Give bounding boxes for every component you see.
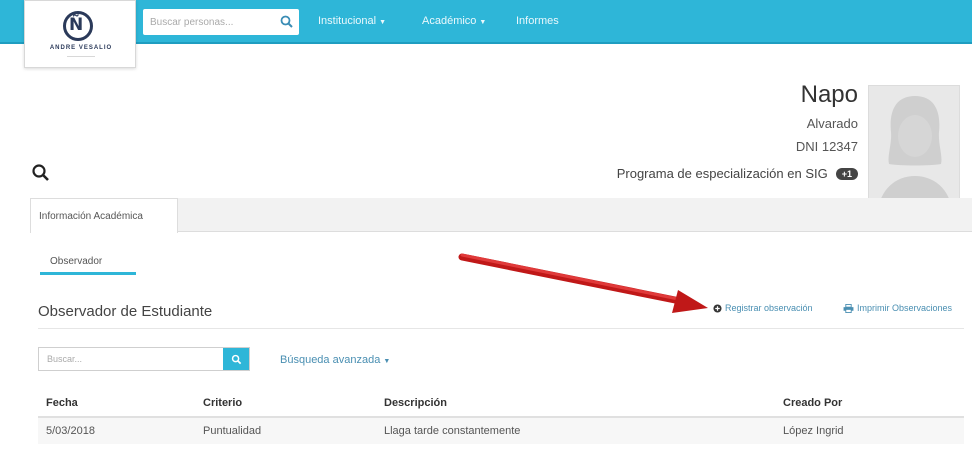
column-header-fecha[interactable]: Fecha [46,397,78,409]
column-header-creado-por[interactable]: Creado Por [783,397,842,409]
institution-logo[interactable]: Ñ ANDRE VESALIO ——————— [24,0,136,68]
advanced-search-link[interactable]: Búsqueda avanzada ▼ [280,354,390,366]
student-program: Programa de especialización en SIG +1 [617,166,858,181]
logo-mark-icon: Ñ [69,15,84,35]
search-button[interactable] [223,348,249,370]
top-navbar: Institucional▼ Académico▼ Informes [0,0,972,44]
subtab-observador[interactable]: Observador [50,256,102,267]
divider [38,328,964,329]
people-search-input[interactable] [143,9,273,35]
cell-criterio: Puntualidad [203,425,262,437]
column-header-criterio[interactable]: Criterio [203,397,242,409]
program-count-badge[interactable]: +1 [835,167,858,180]
avatar [868,85,960,215]
search-icon [231,354,241,364]
program-name: Programa de especialización en SIG [616,166,828,181]
nav-institucional[interactable]: Institucional ▼ [318,15,386,27]
tab-informacion-academica[interactable]: Información Académica [30,198,178,233]
caret-down-icon: ▼ [379,19,387,26]
observation-search-input[interactable] [39,348,225,370]
observation-search [38,347,250,371]
print-icon [843,303,854,313]
cell-fecha: 5/03/2018 [46,425,95,437]
student-dni: DNI 12347 [795,139,858,154]
logo-text: ANDRE VESALIO [49,45,113,51]
register-observation-label: Registrar observación [725,303,813,313]
search-icon[interactable] [279,14,295,30]
register-observation-link[interactable]: Registrar observación [713,303,813,313]
tab-bar: Información Académica [30,198,972,233]
caret-down-icon: ▼ [383,358,391,365]
cell-descripcion: Llaga tarde constantemente [384,425,521,437]
nav-academico[interactable]: Académico ▼ [422,15,486,27]
print-observations-link[interactable]: Imprimir Observaciones [843,303,952,313]
cell-creado-por: López Ingrid [783,425,844,437]
column-header-descripcion[interactable]: Descripción [384,397,447,409]
logo-underline: ——————— [67,53,95,58]
search-icon[interactable] [30,162,52,184]
print-observations-label: Imprimir Observaciones [857,303,953,313]
student-first-name: Napo [800,81,858,108]
nav-informes[interactable]: Informes [516,15,559,27]
student-last-name: Alvarado [806,116,858,131]
caret-down-icon: ▼ [479,19,487,26]
people-search [143,9,299,35]
subtab-active-indicator [40,272,136,275]
section-title: Observador de Estudiante [38,303,213,320]
plus-circle-icon [713,303,722,313]
